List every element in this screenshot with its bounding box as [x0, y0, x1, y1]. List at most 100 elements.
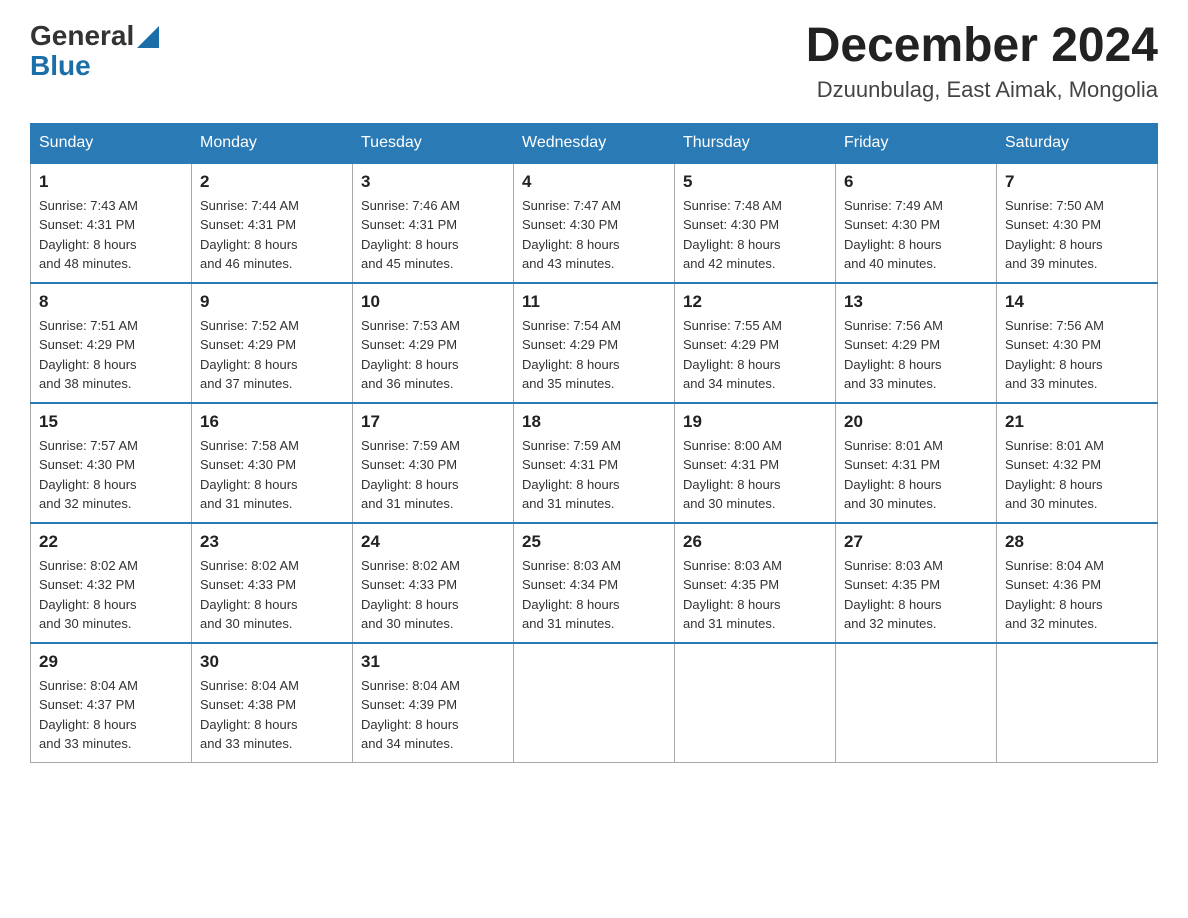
col-friday: Friday: [836, 123, 997, 163]
table-row: 13 Sunrise: 7:56 AM Sunset: 4:29 PM Dayl…: [836, 283, 997, 403]
col-tuesday: Tuesday: [353, 123, 514, 163]
page-header: General Blue December 2024 Dzuunbulag, E…: [30, 20, 1158, 103]
title-section: December 2024 Dzuunbulag, East Aimak, Mo…: [806, 20, 1158, 103]
calendar-week-row: 1 Sunrise: 7:43 AM Sunset: 4:31 PM Dayli…: [31, 163, 1158, 283]
table-row: 2 Sunrise: 7:44 AM Sunset: 4:31 PM Dayli…: [192, 163, 353, 283]
table-row: 8 Sunrise: 7:51 AM Sunset: 4:29 PM Dayli…: [31, 283, 192, 403]
day-info: Sunrise: 7:53 AM Sunset: 4:29 PM Dayligh…: [361, 316, 505, 394]
table-row: 9 Sunrise: 7:52 AM Sunset: 4:29 PM Dayli…: [192, 283, 353, 403]
day-number: 26: [683, 532, 827, 552]
day-number: 12: [683, 292, 827, 312]
day-info: Sunrise: 7:59 AM Sunset: 4:30 PM Dayligh…: [361, 436, 505, 514]
day-info: Sunrise: 7:56 AM Sunset: 4:30 PM Dayligh…: [1005, 316, 1149, 394]
logo: General Blue: [30, 20, 159, 82]
table-row: 17 Sunrise: 7:59 AM Sunset: 4:30 PM Dayl…: [353, 403, 514, 523]
logo-general-text: General: [30, 20, 134, 52]
logo-blue-text: Blue: [30, 50, 91, 82]
day-number: 16: [200, 412, 344, 432]
table-row: 26 Sunrise: 8:03 AM Sunset: 4:35 PM Dayl…: [675, 523, 836, 643]
table-row: 1 Sunrise: 7:43 AM Sunset: 4:31 PM Dayli…: [31, 163, 192, 283]
table-row: 20 Sunrise: 8:01 AM Sunset: 4:31 PM Dayl…: [836, 403, 997, 523]
day-number: 19: [683, 412, 827, 432]
col-saturday: Saturday: [997, 123, 1158, 163]
calendar-table: Sunday Monday Tuesday Wednesday Thursday…: [30, 123, 1158, 764]
table-row: 22 Sunrise: 8:02 AM Sunset: 4:32 PM Dayl…: [31, 523, 192, 643]
table-row: 16 Sunrise: 7:58 AM Sunset: 4:30 PM Dayl…: [192, 403, 353, 523]
day-info: Sunrise: 8:01 AM Sunset: 4:32 PM Dayligh…: [1005, 436, 1149, 514]
calendar-body: 1 Sunrise: 7:43 AM Sunset: 4:31 PM Dayli…: [31, 163, 1158, 763]
day-number: 22: [39, 532, 183, 552]
day-info: Sunrise: 8:02 AM Sunset: 4:33 PM Dayligh…: [361, 556, 505, 634]
day-number: 15: [39, 412, 183, 432]
table-row: 23 Sunrise: 8:02 AM Sunset: 4:33 PM Dayl…: [192, 523, 353, 643]
table-row: 4 Sunrise: 7:47 AM Sunset: 4:30 PM Dayli…: [514, 163, 675, 283]
day-number: 23: [200, 532, 344, 552]
table-row: 30 Sunrise: 8:04 AM Sunset: 4:38 PM Dayl…: [192, 643, 353, 763]
day-number: 3: [361, 172, 505, 192]
day-number: 1: [39, 172, 183, 192]
day-number: 17: [361, 412, 505, 432]
calendar-week-row: 22 Sunrise: 8:02 AM Sunset: 4:32 PM Dayl…: [31, 523, 1158, 643]
day-number: 14: [1005, 292, 1149, 312]
day-number: 8: [39, 292, 183, 312]
day-info: Sunrise: 8:02 AM Sunset: 4:33 PM Dayligh…: [200, 556, 344, 634]
day-number: 4: [522, 172, 666, 192]
table-row: 7 Sunrise: 7:50 AM Sunset: 4:30 PM Dayli…: [997, 163, 1158, 283]
day-info: Sunrise: 8:03 AM Sunset: 4:35 PM Dayligh…: [683, 556, 827, 634]
day-info: Sunrise: 8:01 AM Sunset: 4:31 PM Dayligh…: [844, 436, 988, 514]
day-info: Sunrise: 8:04 AM Sunset: 4:37 PM Dayligh…: [39, 676, 183, 754]
calendar-week-row: 8 Sunrise: 7:51 AM Sunset: 4:29 PM Dayli…: [31, 283, 1158, 403]
col-monday: Monday: [192, 123, 353, 163]
table-row: 21 Sunrise: 8:01 AM Sunset: 4:32 PM Dayl…: [997, 403, 1158, 523]
table-row: [997, 643, 1158, 763]
table-row: [675, 643, 836, 763]
day-info: Sunrise: 7:50 AM Sunset: 4:30 PM Dayligh…: [1005, 196, 1149, 274]
day-number: 2: [200, 172, 344, 192]
day-number: 18: [522, 412, 666, 432]
day-number: 6: [844, 172, 988, 192]
day-number: 31: [361, 652, 505, 672]
day-info: Sunrise: 8:04 AM Sunset: 4:36 PM Dayligh…: [1005, 556, 1149, 634]
day-info: Sunrise: 7:44 AM Sunset: 4:31 PM Dayligh…: [200, 196, 344, 274]
table-row: 24 Sunrise: 8:02 AM Sunset: 4:33 PM Dayl…: [353, 523, 514, 643]
day-number: 24: [361, 532, 505, 552]
day-info: Sunrise: 8:04 AM Sunset: 4:39 PM Dayligh…: [361, 676, 505, 754]
table-row: [836, 643, 997, 763]
day-info: Sunrise: 7:49 AM Sunset: 4:30 PM Dayligh…: [844, 196, 988, 274]
day-info: Sunrise: 7:58 AM Sunset: 4:30 PM Dayligh…: [200, 436, 344, 514]
day-number: 29: [39, 652, 183, 672]
table-row: 28 Sunrise: 8:04 AM Sunset: 4:36 PM Dayl…: [997, 523, 1158, 643]
table-row: 31 Sunrise: 8:04 AM Sunset: 4:39 PM Dayl…: [353, 643, 514, 763]
day-info: Sunrise: 7:59 AM Sunset: 4:31 PM Dayligh…: [522, 436, 666, 514]
location-title: Dzuunbulag, East Aimak, Mongolia: [806, 77, 1158, 103]
table-row: 3 Sunrise: 7:46 AM Sunset: 4:31 PM Dayli…: [353, 163, 514, 283]
day-info: Sunrise: 7:51 AM Sunset: 4:29 PM Dayligh…: [39, 316, 183, 394]
day-info: Sunrise: 8:04 AM Sunset: 4:38 PM Dayligh…: [200, 676, 344, 754]
calendar-header: Sunday Monday Tuesday Wednesday Thursday…: [31, 123, 1158, 163]
day-number: 28: [1005, 532, 1149, 552]
table-row: 5 Sunrise: 7:48 AM Sunset: 4:30 PM Dayli…: [675, 163, 836, 283]
table-row: 15 Sunrise: 7:57 AM Sunset: 4:30 PM Dayl…: [31, 403, 192, 523]
col-thursday: Thursday: [675, 123, 836, 163]
day-number: 11: [522, 292, 666, 312]
table-row: 11 Sunrise: 7:54 AM Sunset: 4:29 PM Dayl…: [514, 283, 675, 403]
day-info: Sunrise: 7:46 AM Sunset: 4:31 PM Dayligh…: [361, 196, 505, 274]
table-row: 18 Sunrise: 7:59 AM Sunset: 4:31 PM Dayl…: [514, 403, 675, 523]
day-info: Sunrise: 7:43 AM Sunset: 4:31 PM Dayligh…: [39, 196, 183, 274]
table-row: 6 Sunrise: 7:49 AM Sunset: 4:30 PM Dayli…: [836, 163, 997, 283]
day-number: 10: [361, 292, 505, 312]
table-row: 29 Sunrise: 8:04 AM Sunset: 4:37 PM Dayl…: [31, 643, 192, 763]
day-number: 25: [522, 532, 666, 552]
header-row: Sunday Monday Tuesday Wednesday Thursday…: [31, 123, 1158, 163]
day-number: 7: [1005, 172, 1149, 192]
day-info: Sunrise: 7:57 AM Sunset: 4:30 PM Dayligh…: [39, 436, 183, 514]
table-row: 12 Sunrise: 7:55 AM Sunset: 4:29 PM Dayl…: [675, 283, 836, 403]
table-row: 19 Sunrise: 8:00 AM Sunset: 4:31 PM Dayl…: [675, 403, 836, 523]
day-number: 20: [844, 412, 988, 432]
col-sunday: Sunday: [31, 123, 192, 163]
table-row: 14 Sunrise: 7:56 AM Sunset: 4:30 PM Dayl…: [997, 283, 1158, 403]
calendar-week-row: 15 Sunrise: 7:57 AM Sunset: 4:30 PM Dayl…: [31, 403, 1158, 523]
calendar-week-row: 29 Sunrise: 8:04 AM Sunset: 4:37 PM Dayl…: [31, 643, 1158, 763]
day-number: 21: [1005, 412, 1149, 432]
day-info: Sunrise: 8:03 AM Sunset: 4:35 PM Dayligh…: [844, 556, 988, 634]
